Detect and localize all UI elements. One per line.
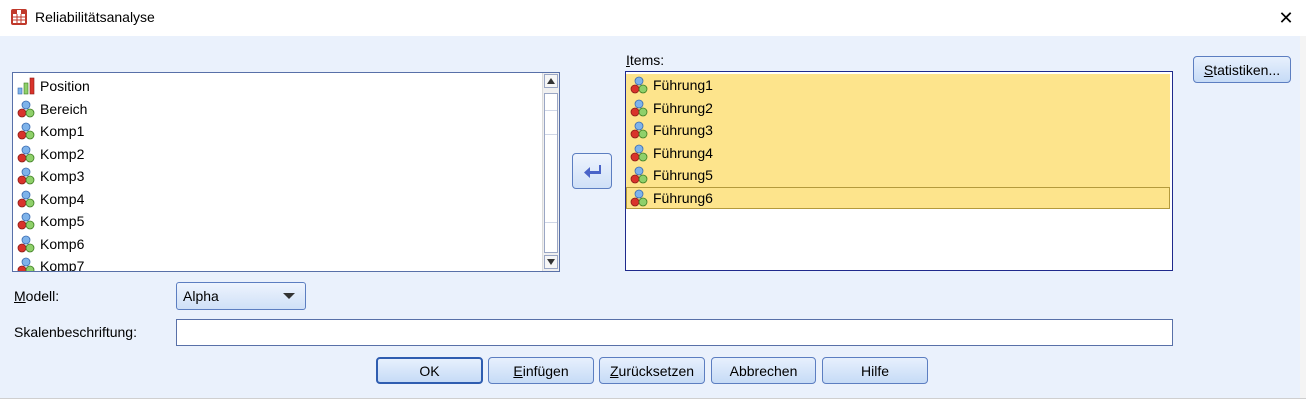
title-bar: Reliabilitätsanalyse ✕: [0, 0, 1306, 36]
items-list-item-label: Führung2: [653, 99, 713, 116]
nominal-variable-icon: [630, 99, 648, 117]
source-list-item[interactable]: Komp1: [13, 120, 559, 143]
source-list-item[interactable]: Komp6: [13, 233, 559, 256]
spss-app-icon: [11, 9, 27, 25]
reset-button[interactable]: Zurücksetzen: [599, 357, 705, 384]
cancel-button[interactable]: Abbrechen: [711, 357, 816, 384]
window-title: Reliabilitätsanalyse: [35, 9, 155, 25]
items-list-item[interactable]: Führung6: [626, 186, 1170, 209]
source-list-item-label: Komp3: [40, 168, 85, 185]
items-list-item-label: Führung4: [653, 144, 713, 161]
close-icon: ✕: [1278, 7, 1294, 28]
nominal-variable-icon: [17, 257, 35, 271]
items-list-item[interactable]: Führung5: [626, 164, 1170, 187]
scroll-thumb[interactable]: [544, 93, 558, 253]
nominal-variable-icon: [17, 212, 35, 230]
items-list-item-label: Führung3: [653, 122, 713, 139]
ordinal-bar-icon: [17, 77, 35, 95]
item-rows: Führung1 Führung2 Führung3 Führung4 Führung5…: [626, 72, 1170, 209]
nominal-variable-icon: [17, 100, 35, 118]
source-list-item-label: Komp2: [40, 145, 85, 162]
nominal-variable-icon: [17, 122, 35, 140]
items-list-item[interactable]: Führung4: [626, 141, 1170, 164]
nominal-variable-icon: [630, 144, 648, 162]
window-edge: [1300, 36, 1306, 398]
items-list-item[interactable]: Führung1: [626, 74, 1170, 97]
move-to-items-button[interactable]: [572, 153, 612, 189]
help-button[interactable]: Hilfe: [822, 357, 928, 384]
nominal-variable-icon: [630, 76, 648, 94]
items-label: Items:: [626, 52, 665, 68]
nominal-variable-icon: [630, 121, 648, 139]
source-list-item[interactable]: Komp7: [13, 255, 559, 272]
scroll-up-button[interactable]: [544, 74, 558, 88]
move-arrow-icon: [584, 165, 601, 178]
nominal-variable-icon: [630, 166, 648, 184]
items-list-item-label: Führung5: [653, 167, 713, 184]
close-button[interactable]: ✕: [1266, 0, 1306, 36]
source-list-item[interactable]: Komp2: [13, 143, 559, 166]
source-list-item-label: Bereich: [40, 100, 88, 117]
scroll-down-icon: [547, 259, 555, 265]
source-list-item[interactable]: Komp3: [13, 165, 559, 188]
scale-label-caption: Skalenbeschriftung:: [14, 324, 137, 340]
source-list-item-label: Komp4: [40, 190, 85, 207]
source-list-item[interactable]: Komp5: [13, 210, 559, 233]
model-label: Modell:: [14, 288, 60, 304]
nominal-variable-icon: [17, 190, 35, 208]
model-select-value: Alpha: [183, 288, 219, 304]
source-list-item-label: Komp1: [40, 123, 85, 140]
chevron-down-icon: [283, 293, 295, 299]
source-list-item-label: Position: [40, 78, 90, 95]
nominal-variable-icon: [17, 167, 35, 185]
source-scrollbar[interactable]: [542, 73, 559, 271]
items-list-item-label: Führung1: [653, 77, 713, 94]
source-list-item-label: Komp7: [40, 258, 85, 272]
items-list-item[interactable]: Führung3: [626, 119, 1170, 142]
scroll-up-icon: [547, 78, 555, 84]
items-list[interactable]: Führung1 Führung2 Führung3 Führung4 Führung5…: [625, 71, 1173, 271]
scroll-down-button[interactable]: [544, 255, 558, 269]
items-list-item-label: Führung6: [653, 189, 713, 206]
source-list-item[interactable]: Bereich: [13, 98, 559, 121]
source-list-item-label: Komp5: [40, 213, 85, 230]
source-variable-list[interactable]: Position Bereich Komp1 Komp2 Komp3 Komp4 Komp5…: [12, 72, 560, 272]
source-list-item[interactable]: Position: [13, 75, 559, 98]
paste-button[interactable]: Einfügen: [488, 357, 594, 384]
statistics-button[interactable]: Statistiken...: [1193, 56, 1291, 83]
source-list-item[interactable]: Komp4: [13, 188, 559, 211]
source-list-item-label: Komp6: [40, 235, 85, 252]
items-list-item[interactable]: Führung2: [626, 96, 1170, 119]
ok-button[interactable]: OK: [376, 357, 483, 384]
scale-label-input[interactable]: [176, 319, 1173, 346]
source-rows: Position Bereich Komp1 Komp2 Komp3 Komp4 Komp5…: [13, 73, 559, 272]
nominal-variable-icon: [17, 235, 35, 253]
model-select[interactable]: Alpha: [176, 282, 306, 310]
nominal-variable-icon: [17, 145, 35, 163]
nominal-variable-icon: [630, 189, 648, 207]
